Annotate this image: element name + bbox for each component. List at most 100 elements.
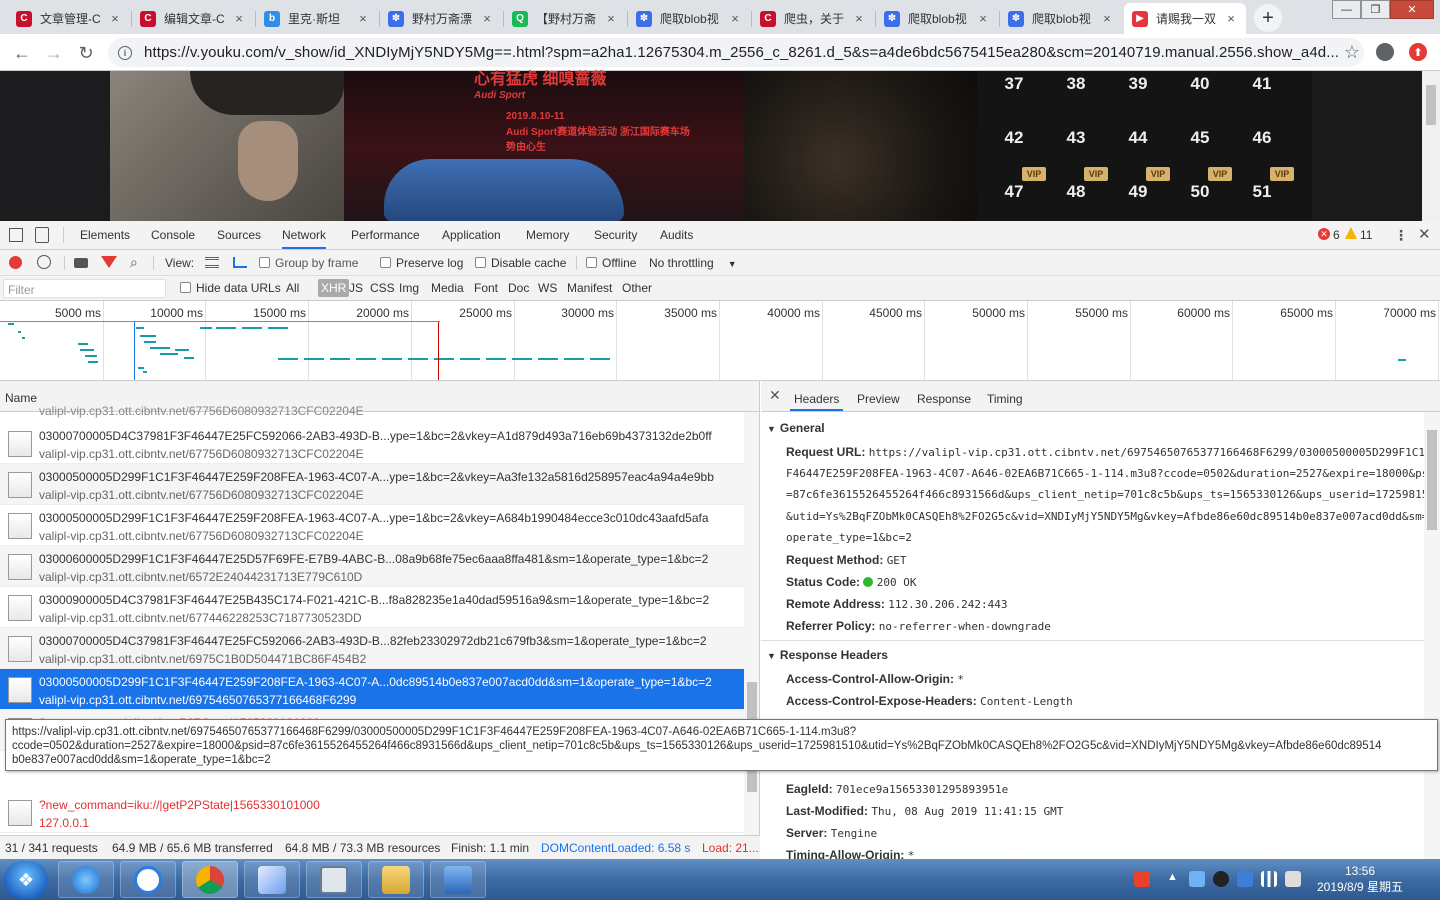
- request-row[interactable]: ?new_command=iku://|getP2PState|15653301…: [0, 792, 744, 833]
- start-button[interactable]: ❖: [4, 861, 48, 899]
- warning-count[interactable]: 11: [1360, 221, 1372, 249]
- back-icon[interactable]: ←: [10, 41, 34, 65]
- system-clock[interactable]: 13:56 2019/8/9 星期五: [1305, 863, 1415, 895]
- devtools-tab-sources[interactable]: Sources: [217, 221, 261, 249]
- request-row[interactable]: 03000500005D299F1C1F3F46447E259F208FEA-1…: [0, 669, 744, 710]
- detail-tab-response[interactable]: Response: [913, 381, 975, 411]
- browser-tab[interactable]: C 文章管理-C ×: [8, 3, 130, 34]
- episode-button[interactable]: 43: [1046, 128, 1106, 168]
- close-tab-icon[interactable]: ×: [108, 11, 122, 26]
- network-overview-timeline[interactable]: 5000 ms 10000 ms 15000 ms 20000 ms 25000 ms 3…: [0, 301, 1440, 381]
- hide-data-urls-checkbox[interactable]: [180, 282, 191, 293]
- type-filter-ws[interactable]: WS: [538, 281, 557, 295]
- type-filter-doc[interactable]: Doc: [508, 281, 529, 295]
- browser-tab[interactable]: ✽ 爬取blob视 ×: [876, 3, 998, 34]
- site-info-icon[interactable]: i: [118, 45, 132, 60]
- episode-button[interactable]: 48: [1046, 182, 1106, 222]
- detail-scrollbar-thumb[interactable]: [1427, 430, 1437, 530]
- close-tab-icon[interactable]: ×: [1224, 11, 1238, 26]
- episode-button[interactable]: 39: [1108, 74, 1168, 114]
- page-scrollbar-thumb[interactable]: [1426, 85, 1436, 125]
- type-filter-all[interactable]: All: [286, 281, 299, 295]
- taskbar-ie[interactable]: [58, 861, 114, 898]
- devtools-tab-network[interactable]: Network: [282, 221, 327, 249]
- device-toolbar-icon[interactable]: [35, 227, 49, 243]
- sogou-input-icon[interactable]: [1134, 871, 1150, 887]
- request-row[interactable]: 03000700005D4C37981F3F46447E25FC592066-2…: [0, 423, 744, 464]
- episode-button[interactable]: 37: [984, 74, 1044, 114]
- episode-button[interactable]: 38: [1046, 74, 1106, 114]
- devtools-tab-memory[interactable]: Memory: [526, 221, 569, 249]
- filter-icon[interactable]: [101, 256, 117, 268]
- close-tab-icon[interactable]: ×: [480, 11, 494, 26]
- detail-tab-preview[interactable]: Preview: [853, 381, 904, 411]
- error-count[interactable]: 6: [1333, 221, 1340, 249]
- clear-icon[interactable]: [37, 255, 51, 269]
- episode-button[interactable]: 50: [1170, 182, 1230, 222]
- network-tray-icon[interactable]: [1189, 871, 1205, 887]
- episode-button[interactable]: 45: [1170, 128, 1230, 168]
- waterfall-view-icon[interactable]: [233, 257, 247, 268]
- devtools-tab-console[interactable]: Console: [151, 221, 195, 249]
- restore-window-button[interactable]: ❐: [1361, 0, 1390, 19]
- throttling-select[interactable]: No throttling ▼: [649, 256, 737, 270]
- offline-toggle[interactable]: Offline: [586, 256, 636, 270]
- preserve-log-checkbox[interactable]: [380, 257, 391, 268]
- disable-cache-checkbox[interactable]: [475, 257, 486, 268]
- detail-tab-timing[interactable]: Timing: [983, 381, 1027, 411]
- type-filter-xhr[interactable]: XHR: [318, 279, 350, 297]
- episode-button[interactable]: 44: [1108, 128, 1168, 168]
- episode-button[interactable]: 40: [1170, 74, 1230, 114]
- request-row[interactable]: 03000600005D299F1C1F3F46447E25D57F69FE-E…: [0, 546, 744, 587]
- group-by-frame-checkbox[interactable]: [259, 257, 270, 268]
- taskbar-calculator[interactable]: [306, 861, 362, 898]
- tray-expand-icon[interactable]: ▲: [1167, 871, 1178, 883]
- close-tab-icon[interactable]: ×: [1100, 11, 1114, 26]
- type-filter-manifest[interactable]: Manifest: [567, 281, 612, 295]
- devtools-tab-elements[interactable]: Elements: [80, 221, 130, 249]
- record-icon[interactable]: [9, 256, 22, 269]
- profile-avatar-icon[interactable]: [1376, 43, 1394, 61]
- error-icon[interactable]: ✕: [1318, 228, 1330, 240]
- taskbar-chrome[interactable]: [182, 861, 238, 898]
- close-tab-icon[interactable]: ×: [852, 11, 866, 26]
- request-row[interactable]: 03000500005D299F1C1F3F46447E259F208FEA-1…: [0, 505, 744, 546]
- warning-icon[interactable]: [1345, 227, 1357, 239]
- volume-muted-icon[interactable]: [1285, 871, 1301, 887]
- request-row[interactable]: 03000700005D4C37981F3F46447E25FC592066-2…: [0, 628, 744, 669]
- request-list-scrollbar[interactable]: [744, 412, 759, 835]
- forward-icon[interactable]: →: [42, 41, 66, 65]
- group-by-frame-toggle[interactable]: Group by frame: [259, 256, 358, 270]
- devtools-tab-application[interactable]: Application: [442, 221, 501, 249]
- audi-ad-banner[interactable]: 心有猛虎 细嗅蔷薇 Audi Sport 2019.8.10-11 Audi S…: [344, 71, 744, 221]
- browser-tab[interactable]: ✽ 爬取blob视 ×: [628, 3, 750, 34]
- general-section-header[interactable]: ▼ General: [767, 421, 825, 435]
- browser-tab[interactable]: b 里克·斯坦 ×: [256, 3, 378, 34]
- qq-icon[interactable]: [1213, 871, 1229, 887]
- detail-tab-headers[interactable]: Headers: [790, 381, 844, 411]
- detail-scrollbar[interactable]: [1424, 412, 1440, 859]
- close-window-button[interactable]: ✕: [1390, 0, 1434, 19]
- devtools-tab-audits[interactable]: Audits: [660, 221, 693, 249]
- request-row[interactable]: 03000900005D4C37981F3F46447E25B435C174-F…: [0, 587, 744, 628]
- security-shield-icon[interactable]: [1237, 871, 1253, 887]
- preserve-log-toggle[interactable]: Preserve log: [380, 256, 463, 270]
- browser-tab[interactable]: ✽ 野村万斋漂 ×: [380, 3, 502, 34]
- close-tab-icon[interactable]: ×: [232, 11, 246, 26]
- type-filter-css[interactable]: CSS: [370, 281, 395, 295]
- type-filter-js[interactable]: JS: [349, 281, 363, 295]
- devtools-tab-security[interactable]: Security: [594, 221, 637, 249]
- close-tab-icon[interactable]: ×: [728, 11, 742, 26]
- taskbar-explorer[interactable]: [368, 861, 424, 898]
- close-tab-icon[interactable]: ×: [356, 11, 370, 26]
- episode-button[interactable]: 49: [1108, 182, 1168, 222]
- taskbar-feishu[interactable]: [244, 861, 300, 898]
- episode-button[interactable]: 51: [1232, 182, 1292, 222]
- signal-icon[interactable]: [1261, 871, 1277, 887]
- close-detail-icon[interactable]: ✕: [769, 387, 781, 404]
- filter-input[interactable]: Filter: [3, 279, 166, 298]
- minimize-window-button[interactable]: —: [1332, 0, 1361, 19]
- episode-button[interactable]: 41: [1232, 74, 1292, 114]
- type-filter-media[interactable]: Media: [431, 281, 464, 295]
- type-filter-img[interactable]: Img: [399, 281, 419, 295]
